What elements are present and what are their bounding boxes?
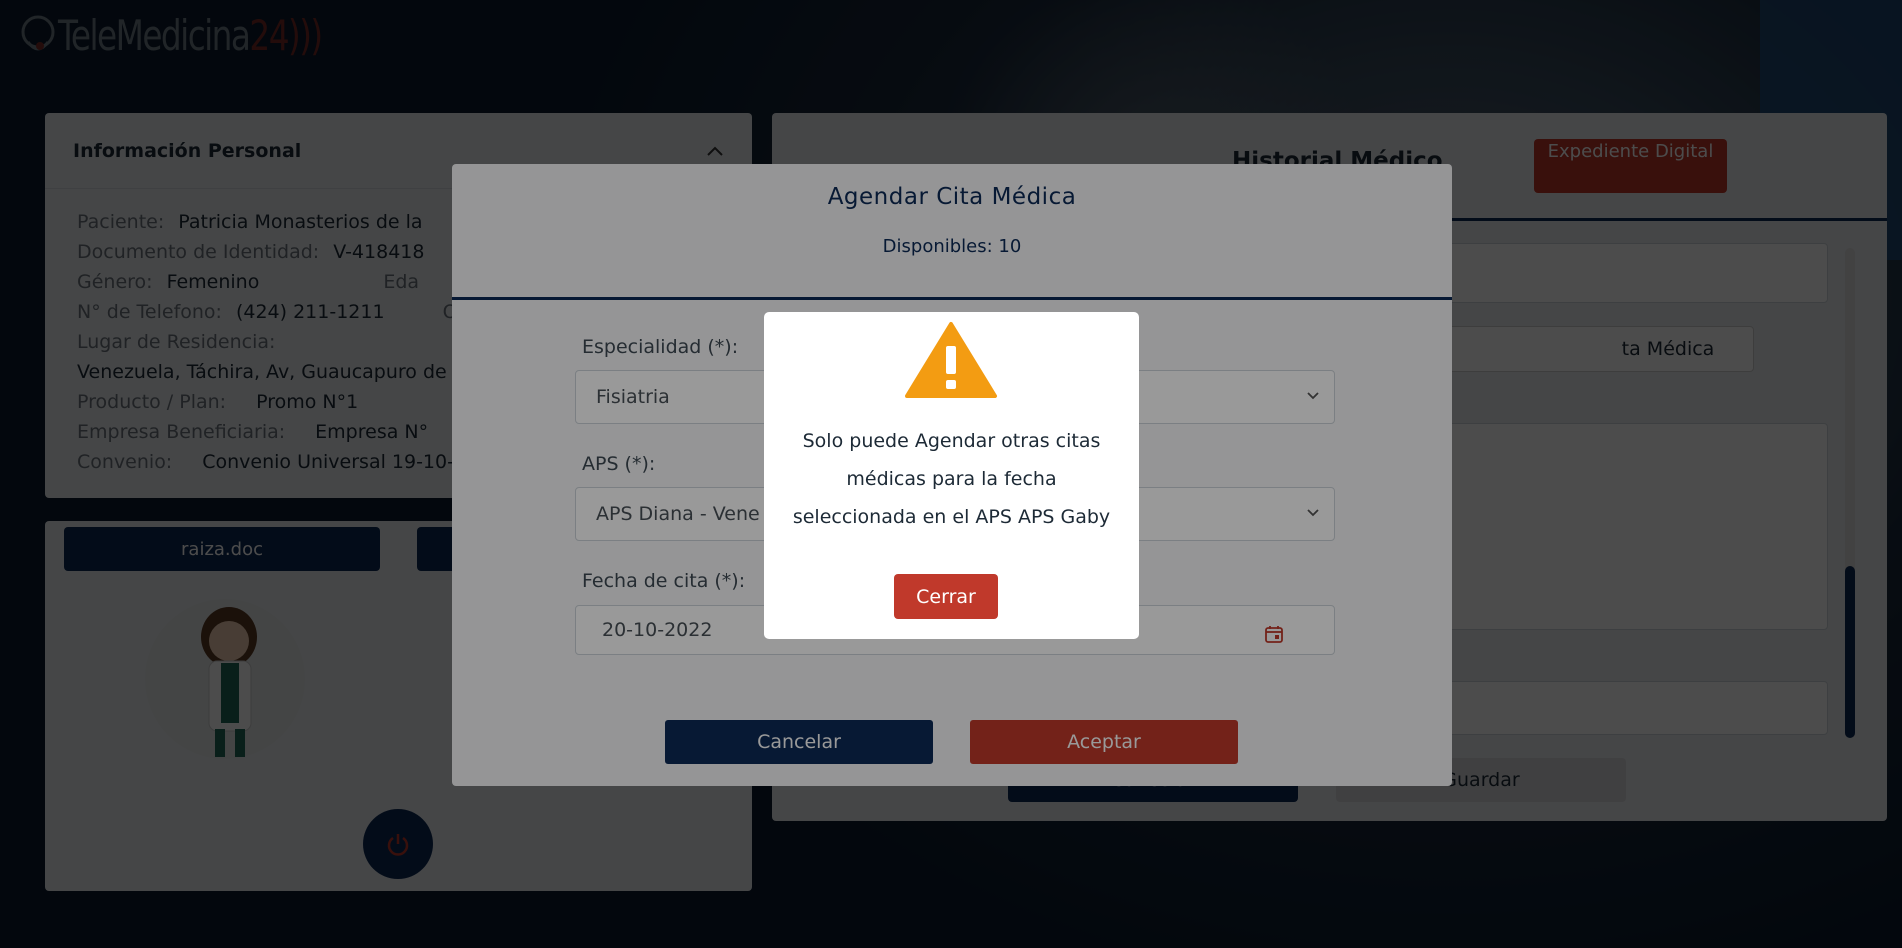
warning-alert-dialog: Solo puede Agendar otras citas médicas p… <box>764 312 1139 639</box>
alert-close-button[interactable]: Cerrar <box>894 574 998 619</box>
warning-icon <box>905 322 997 398</box>
alert-message: Solo puede Agendar otras citas médicas p… <box>792 430 1111 528</box>
